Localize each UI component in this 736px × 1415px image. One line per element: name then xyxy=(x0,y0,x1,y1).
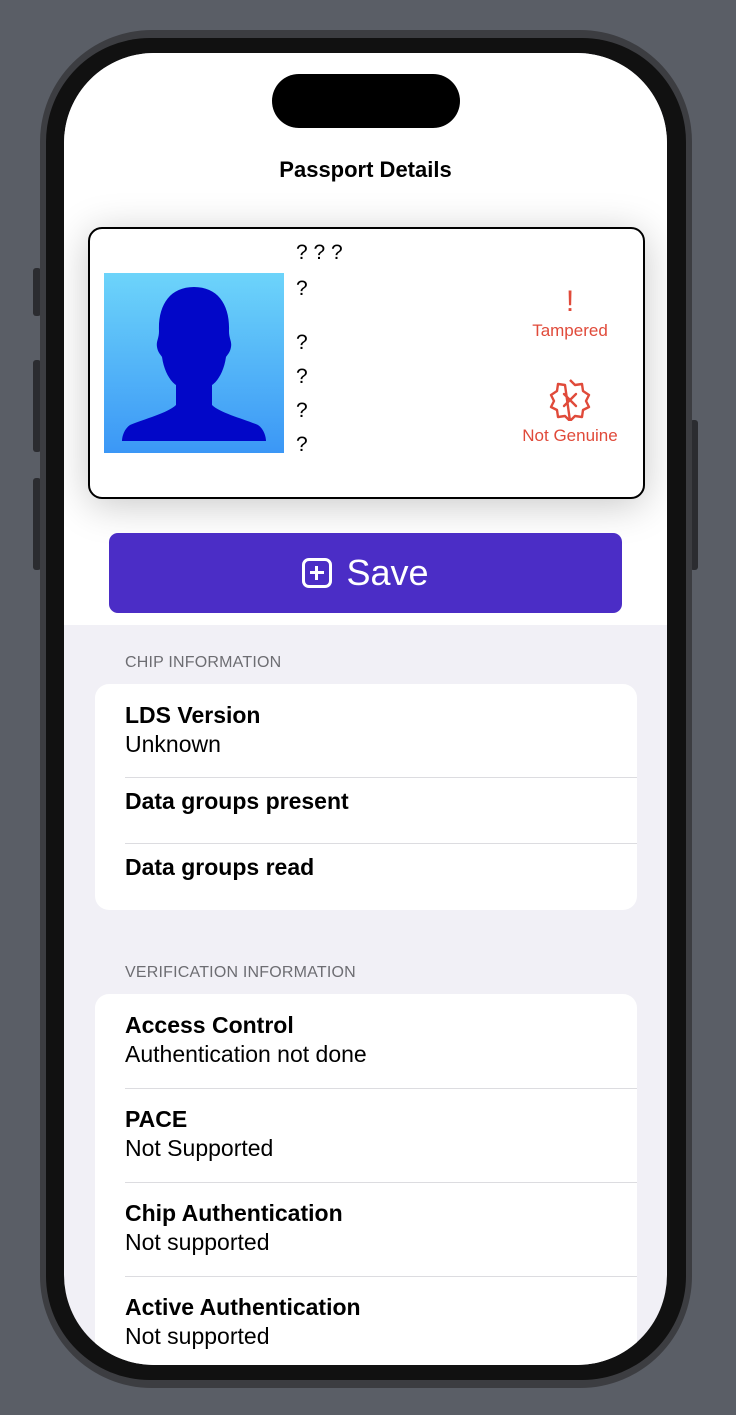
save-button-label: Save xyxy=(346,552,429,593)
not-genuine-status: Not Genuine xyxy=(504,377,636,446)
row-title: PACE xyxy=(125,1106,188,1132)
verification-info-group: Access Control Authentication not done P… xyxy=(95,994,637,1365)
list-item: Data groups present xyxy=(125,788,637,815)
list-item: Active Authentication Not supported xyxy=(125,1294,637,1350)
field-line: ? xyxy=(296,433,308,456)
passport-card: ? ? ? ? ? ? ? ? ! Tampered Not Genuine xyxy=(88,227,645,499)
field-line: ? xyxy=(296,331,308,354)
chip-section-header: CHIP INFORMATION xyxy=(125,654,282,671)
divider xyxy=(125,1182,637,1183)
row-title: Access Control xyxy=(125,1012,294,1038)
screen: Passport Details ? ? ? ? ? ? ? ? ! Tampe… xyxy=(64,53,667,1365)
list-item: Data groups read xyxy=(125,854,637,881)
list-item: LDS Version Unknown xyxy=(125,702,637,758)
field-line: ? xyxy=(296,277,308,300)
divider xyxy=(125,1276,637,1277)
plus-square-icon xyxy=(302,558,333,588)
verification-section-header: VERIFICATION INFORMATION xyxy=(125,964,356,981)
exclamation-icon: ! xyxy=(565,285,575,318)
field-line: ? xyxy=(296,399,308,422)
passport-photo xyxy=(104,273,284,453)
row-value: Authentication not done xyxy=(125,1041,367,1067)
row-title: Chip Authentication xyxy=(125,1200,343,1226)
divider xyxy=(125,843,637,844)
save-button[interactable]: Save xyxy=(109,533,622,613)
list-item: Chip Authentication Not supported xyxy=(125,1200,637,1256)
list-item: PACE Not Supported xyxy=(125,1106,637,1162)
row-value: Unknown xyxy=(125,731,221,757)
row-title: LDS Version xyxy=(125,702,261,728)
xmark-seal-icon xyxy=(549,379,591,423)
field-line: ? xyxy=(296,365,308,388)
row-value: Not supported xyxy=(125,1323,270,1349)
row-title: Data groups read xyxy=(125,854,315,880)
row-title: Active Authentication xyxy=(125,1294,361,1320)
person-silhouette-icon xyxy=(122,287,266,441)
divider xyxy=(125,1088,637,1089)
row-value: Not supported xyxy=(125,1229,270,1255)
dynamic-island xyxy=(272,74,460,128)
chip-info-group: LDS Version Unknown Data groups present … xyxy=(95,684,637,910)
divider xyxy=(125,777,637,778)
tampered-status: ! Tampered xyxy=(510,287,630,341)
list-item: Access Control Authentication not done xyxy=(125,1012,637,1068)
tampered-label: Tampered xyxy=(532,321,608,340)
row-value: Not Supported xyxy=(125,1135,274,1161)
name-field: ? ? ? xyxy=(296,241,343,264)
row-title: Data groups present xyxy=(125,788,349,814)
page-title: Passport Details xyxy=(279,157,452,182)
not-genuine-label: Not Genuine xyxy=(522,426,618,445)
